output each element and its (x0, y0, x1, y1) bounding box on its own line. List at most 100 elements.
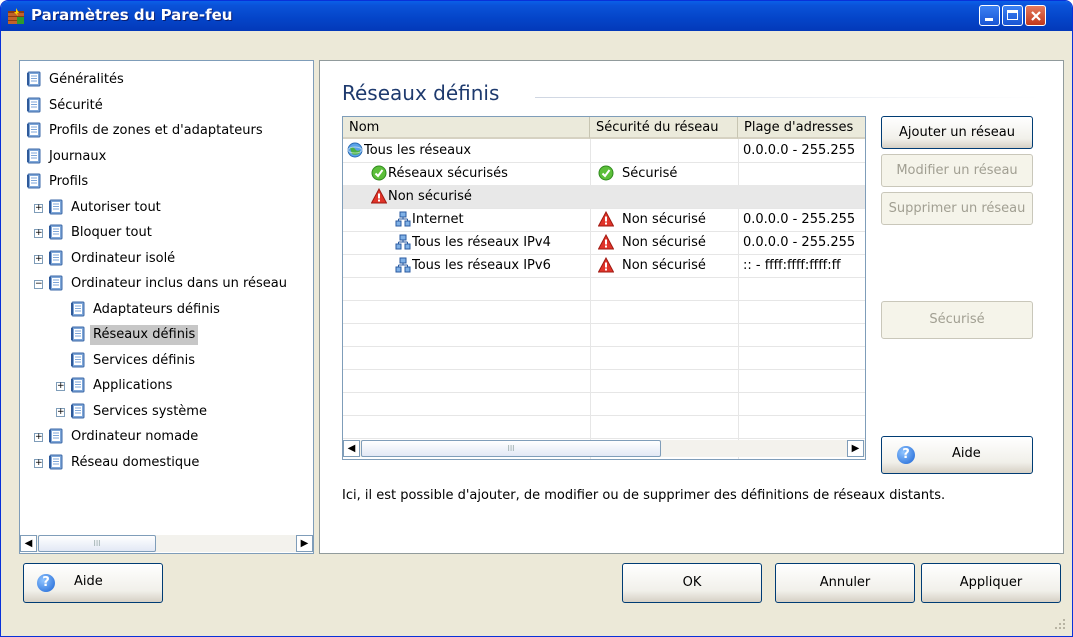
tree-item-label: Réseaux définis (90, 325, 199, 345)
tree-item-label: Applications (93, 378, 173, 393)
table-horizontal-scrollbar[interactable]: ◀ III ▶ (343, 440, 865, 457)
row-divider (343, 277, 865, 278)
scroll-right-button[interactable]: ▶ (296, 535, 313, 552)
cancel-button[interactable]: Annuler (775, 563, 915, 603)
network-name: Tous les réseaux IPv4 (412, 235, 551, 250)
table-row[interactable]: Non sécurisé (343, 185, 865, 208)
row-divider (343, 392, 865, 393)
table-row[interactable]: Tous les réseaux 0.0.0.0 - 255.255 (343, 139, 865, 162)
tree-item[interactable]: + Autoriser tout (20, 197, 312, 219)
tree-item-label: Autoriser tout (71, 199, 161, 215)
expand-icon[interactable]: + (34, 458, 43, 468)
maximize-button[interactable] (1002, 5, 1023, 26)
scroll-right-button[interactable]: ▶ (847, 440, 864, 457)
expand-icon[interactable]: + (56, 407, 65, 417)
tree-item[interactable]: Profils (20, 171, 312, 193)
document-icon (49, 224, 63, 240)
document-icon (70, 301, 86, 318)
document-icon (26, 148, 42, 165)
tree-item[interactable]: Sécurité (20, 95, 312, 117)
tree-item[interactable]: + Applications (20, 375, 312, 397)
scroll-thumb[interactable]: III (361, 440, 661, 457)
close-button[interactable] (1025, 5, 1046, 26)
firewall-settings-window: Paramètres du Pare-feu Généralités Sécuri… (0, 0, 1073, 637)
row-divider (343, 438, 865, 439)
check-icon (598, 165, 614, 181)
document-icon (71, 352, 85, 367)
tree-item-label: Sécurité (49, 97, 103, 113)
tree-item[interactable]: Réseaux définis (20, 324, 312, 346)
network-icon (395, 211, 411, 227)
expand-icon[interactable]: + (56, 382, 65, 391)
ok-button[interactable]: OK (622, 563, 762, 603)
scroll-left-button[interactable]: ◀ (343, 440, 360, 457)
scroll-left-button[interactable]: ◀ (20, 535, 37, 552)
network-name: Tous les réseaux (364, 143, 472, 158)
delete-network-button[interactable]: Supprimer un réseau (881, 192, 1033, 225)
document-icon (70, 326, 86, 343)
document-icon (27, 97, 41, 112)
column-header-security[interactable]: Sécurité du réseau (590, 117, 738, 139)
table-row[interactable]: Réseaux sécurisés Sécurisé (343, 162, 865, 185)
document-icon (70, 403, 86, 420)
tree-item[interactable]: + Services système (20, 401, 312, 423)
secure-button[interactable]: Sécurisé (881, 301, 1033, 339)
settings-tree[interactable]: Généralités Sécurité Profils de zones et d… (19, 60, 314, 554)
window-title: Paramètres du Pare-feu (31, 6, 233, 24)
expand-icon[interactable]: + (34, 254, 43, 264)
resize-grip-icon[interactable] (1054, 618, 1066, 630)
tree-item-label: Services système (93, 403, 207, 419)
tree-item[interactable]: Journaux (20, 146, 312, 168)
tree-item[interactable]: Services définis (20, 350, 312, 372)
tree-item[interactable]: Profils de zones et d'adaptateurs (20, 120, 312, 142)
tree-item-label: Ordinateur nomade (71, 429, 199, 444)
help-button-panel[interactable]: ? Aide (881, 436, 1033, 474)
maximize-icon (1007, 10, 1018, 20)
tree-item[interactable]: Adaptateurs définis (20, 299, 312, 321)
document-icon (48, 250, 64, 267)
apply-button[interactable]: Appliquer (921, 563, 1061, 603)
document-icon (71, 377, 85, 393)
edit-network-button[interactable]: Modifier un réseau (881, 154, 1033, 187)
tree-item[interactable]: + Ordinateur isolé (20, 248, 312, 270)
tree-item-label: Journaux (49, 148, 107, 164)
add-network-button[interactable]: Ajouter un réseau (881, 116, 1033, 149)
document-icon (70, 352, 86, 369)
minimize-button[interactable] (979, 5, 1000, 26)
document-icon (48, 275, 64, 292)
tree-item[interactable]: − Ordinateur inclus dans un réseau (20, 273, 312, 295)
close-icon (1031, 11, 1041, 21)
title-divider (535, 97, 1040, 98)
tree-item-label: Adaptateurs définis (93, 301, 220, 317)
network-name: Internet (412, 212, 464, 227)
address-range: 0.0.0.0 - 255.255 (743, 143, 856, 158)
address-range: :: - ffff:ffff:ffff:ff (743, 258, 841, 273)
document-icon (70, 377, 86, 394)
expand-icon[interactable]: + (34, 203, 43, 213)
help-button-footer[interactable]: ? Aide (23, 563, 163, 603)
tree-horizontal-scrollbar[interactable]: ◀ III ▶ (20, 535, 313, 552)
warning-icon (598, 234, 614, 250)
table-row[interactable]: Tous les réseaux IPv4 Non sécurisé 0.0.0.0… (343, 231, 865, 254)
column-header-name[interactable]: Nom (343, 117, 590, 139)
table-row[interactable]: Tous les réseaux IPv6 Non sécurisé:: - ff… (343, 254, 865, 277)
title-bar[interactable]: Paramètres du Pare-feu (1, 1, 1072, 31)
collapse-icon[interactable]: − (34, 280, 43, 289)
table-row[interactable]: Internet Non sécurisé 0.0.0.0 - 255.255 (343, 208, 865, 231)
network-security: Non sécurisé (622, 258, 706, 273)
tree-item[interactable]: Généralités (20, 69, 312, 91)
tree-item[interactable]: + Ordinateur nomade (20, 426, 312, 448)
tree-item[interactable]: + Bloquer tout (20, 222, 312, 244)
expand-icon[interactable]: + (34, 229, 43, 238)
tree-item[interactable]: + Réseau domestique (20, 452, 312, 474)
scroll-thumb[interactable]: III (38, 535, 156, 552)
tree-item-label: Généralités (49, 72, 124, 87)
document-icon (27, 122, 41, 138)
document-icon (48, 428, 64, 445)
network-security: Sécurisé (622, 166, 678, 181)
expand-icon[interactable]: + (34, 433, 43, 442)
column-header-range[interactable]: Plage d'adresses (738, 117, 865, 139)
document-icon (49, 428, 63, 444)
network-security: Non sécurisé (622, 212, 706, 227)
networks-table[interactable]: Nom Sécurité du réseau Plage d'adresses … (342, 116, 866, 460)
